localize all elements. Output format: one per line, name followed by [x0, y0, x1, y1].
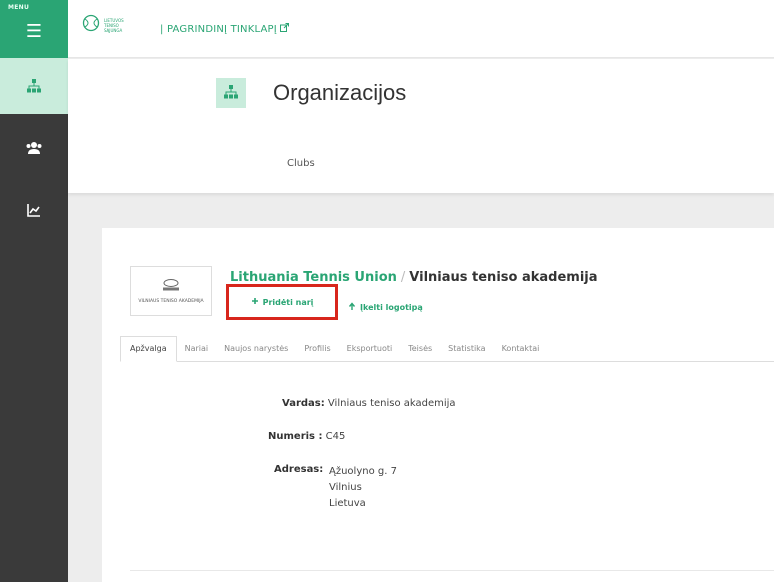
name-label: Vardas: — [282, 398, 325, 409]
sidebar-item-users[interactable] — [0, 120, 68, 176]
add-member-button[interactable]: Pridėti narį — [226, 284, 338, 320]
sidebar-item-statistics[interactable] — [0, 182, 68, 238]
club-logo-text: VILNIAUS TENISO AKADEMIJA — [138, 299, 204, 304]
external-link-icon — [279, 23, 289, 35]
number-value: C45 — [325, 431, 346, 442]
upload-logo-label: Įkelti logotipą — [360, 303, 423, 312]
sidebar-item-organizations[interactable] — [0, 58, 68, 114]
tab-profile[interactable]: Profilis — [296, 344, 338, 361]
page-title-icon — [216, 78, 246, 108]
logo-text: LIETUVOS TENISO SĄJUNGA — [104, 17, 124, 33]
club-logo: VILNIAUS TENISO AKADEMIJA — [130, 266, 212, 316]
menu-label: MENU — [8, 4, 30, 11]
number-field-row: Numeris : C45 — [268, 431, 345, 442]
tab-statistics[interactable]: Statistika — [440, 344, 493, 361]
users-icon — [26, 141, 42, 155]
federation-logo[interactable]: LIETUVOS TENISO SĄJUNGA — [82, 14, 138, 36]
page-title: Organizacijos — [273, 80, 407, 105]
tab-contacts[interactable]: Kontaktai — [494, 344, 548, 361]
upload-icon — [348, 302, 356, 313]
upload-logo-button[interactable]: Įkelti logotipą — [348, 302, 423, 313]
address-label: Adresas: — [274, 464, 324, 475]
home-link-label: | PAGRINDINĮ TINKLAPĮ — [160, 23, 277, 35]
tab-new-memberships[interactable]: Naujos narystės — [216, 344, 296, 361]
page-subtitle: Clubs — [287, 158, 315, 169]
sitemap-icon — [27, 79, 41, 93]
page-header: Organizacijos Clubs — [68, 59, 774, 193]
club-logo-icon — [159, 278, 183, 297]
sidebar: MENU ☰ — [0, 0, 68, 582]
divider — [130, 570, 774, 571]
address-line-street: Ąžuolyno g. 7 — [329, 466, 397, 477]
tab-permissions[interactable]: Teisės — [400, 344, 440, 361]
breadcrumb-separator: / — [400, 270, 406, 285]
add-member-label: Pridėti narį — [262, 297, 314, 307]
name-value: Vilniaus teniso akademija — [327, 398, 456, 409]
menu-button[interactable]: MENU ☰ — [0, 0, 68, 58]
address-field-row: Adresas: Ąžuolyno g. 7 Vilnius Lietuva — [274, 464, 474, 524]
home-link[interactable]: | PAGRINDINĮ TINKLAPĮ — [160, 23, 289, 35]
chart-icon — [27, 203, 41, 217]
name-field-row: Vardas: Vilniaus teniso akademija — [282, 398, 456, 409]
club-card: VILNIAUS TENISO AKADEMIJA Lithuania Tenn… — [102, 228, 774, 582]
tab-export[interactable]: Eksportuoti — [339, 344, 401, 361]
tab-bar: Apžvalga Nariai Naujos narystės Profilis… — [120, 334, 774, 362]
breadcrumb-parent-link[interactable]: Lithuania Tennis Union — [230, 270, 397, 285]
breadcrumb-current: Vilniaus teniso akademija — [409, 270, 598, 285]
plus-icon — [251, 297, 259, 307]
number-label: Numeris : — [268, 431, 323, 442]
breadcrumb: Lithuania Tennis Union / Vilniaus teniso a… — [230, 270, 598, 285]
top-bar: LIETUVOS TENISO SĄJUNGA | PAGRINDINĮ TIN… — [68, 0, 774, 58]
hamburger-icon: ☰ — [25, 21, 43, 42]
address-line-country: Lietuva — [329, 498, 366, 509]
sitemap-icon — [224, 84, 238, 103]
address-line-city: Vilnius — [329, 482, 362, 493]
tab-overview[interactable]: Apžvalga — [120, 336, 177, 362]
tab-members[interactable]: Nariai — [177, 344, 217, 361]
tennis-logo-icon — [82, 14, 100, 36]
address-lines: Ąžuolyno g. 7 Vilnius Lietuva — [329, 464, 397, 512]
